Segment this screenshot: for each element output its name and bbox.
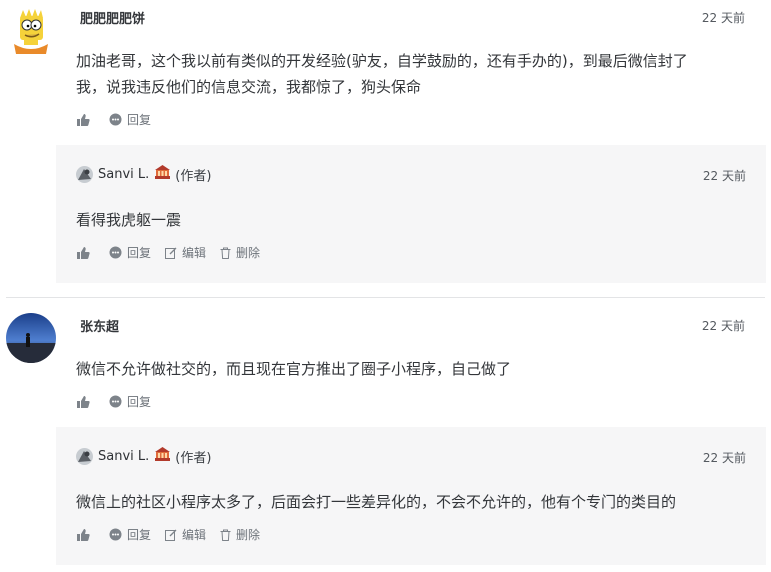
like-icon: [77, 528, 90, 541]
avatar[interactable]: [6, 4, 56, 56]
reply-box: Sanvi L. (作者) 22 天前 看得我虎躯一震 回复 编辑 删除: [56, 145, 766, 283]
edit-icon: [165, 247, 177, 259]
like-button[interactable]: [76, 395, 95, 409]
comment-time: 22 天前: [701, 11, 745, 25]
avatar[interactable]: [76, 166, 93, 183]
author-tag: (作者): [175, 451, 212, 466]
like-icon: [77, 113, 90, 126]
reply-actions: 回复 编辑 删除: [76, 244, 274, 261]
reply-button[interactable]: 回复: [109, 111, 151, 128]
comment-time: 22 天前: [701, 319, 745, 333]
edit-button[interactable]: 编辑: [165, 526, 206, 543]
comment-text: 微信不允许做社交的，而且现在官方推出了圈子小程序，自己做了: [76, 360, 512, 378]
edit-button[interactable]: 编辑: [165, 244, 206, 261]
like-button[interactable]: [76, 113, 95, 127]
level-badge-icon: [154, 165, 171, 184]
reply-button[interactable]: 回复: [109, 244, 151, 261]
comment-icon: [109, 113, 122, 126]
edit-icon: [165, 529, 177, 541]
reply-time: 22 天前: [702, 169, 746, 183]
reply-text: 微信上的社区小程序太多了，后面会打一些差异化的，不会不允许的，他有个专门的类目的: [76, 493, 677, 511]
comment-author[interactable]: 肥肥肥肥饼: [80, 8, 145, 27]
level-badge-icon: [154, 447, 171, 466]
divider: [6, 297, 765, 298]
avatar[interactable]: [6, 313, 56, 363]
reply-actions: 回复 编辑 删除: [76, 526, 274, 543]
avatar[interactable]: [76, 448, 93, 465]
author-tag: (作者): [175, 169, 212, 184]
reply-text: 看得我虎躯一震: [76, 211, 182, 229]
comment-author[interactable]: 张东超: [80, 316, 119, 335]
reply-time: 22 天前: [702, 451, 746, 465]
like-button[interactable]: [76, 246, 95, 260]
comment-actions: 回复: [76, 393, 165, 410]
delete-icon: [220, 247, 231, 259]
delete-icon: [220, 529, 231, 541]
delete-button[interactable]: 删除: [220, 244, 260, 261]
reply-author-row: Sanvi L. (作者): [76, 447, 211, 466]
comment-icon: [109, 395, 122, 408]
comment-text: 加油老哥，这个我以前有类似的开发经验(驴友，自学鼓励的，还有手办的)，到最后微信…: [76, 52, 688, 96]
comment-icon: [109, 246, 122, 259]
comment-actions: 回复: [76, 111, 165, 128]
reply-author[interactable]: Sanvi L.: [98, 167, 149, 182]
like-icon: [77, 246, 90, 259]
like-icon: [77, 395, 90, 408]
reply-button[interactable]: 回复: [109, 393, 151, 410]
delete-button[interactable]: 删除: [220, 526, 260, 543]
comment-icon: [109, 528, 122, 541]
reply-button[interactable]: 回复: [109, 526, 151, 543]
reply-author-row: Sanvi L. (作者): [76, 165, 211, 184]
reply-box: Sanvi L. (作者) 22 天前 微信上的社区小程序太多了，后面会打一些差…: [56, 427, 766, 565]
like-button[interactable]: [76, 528, 95, 542]
reply-author[interactable]: Sanvi L.: [98, 449, 149, 464]
